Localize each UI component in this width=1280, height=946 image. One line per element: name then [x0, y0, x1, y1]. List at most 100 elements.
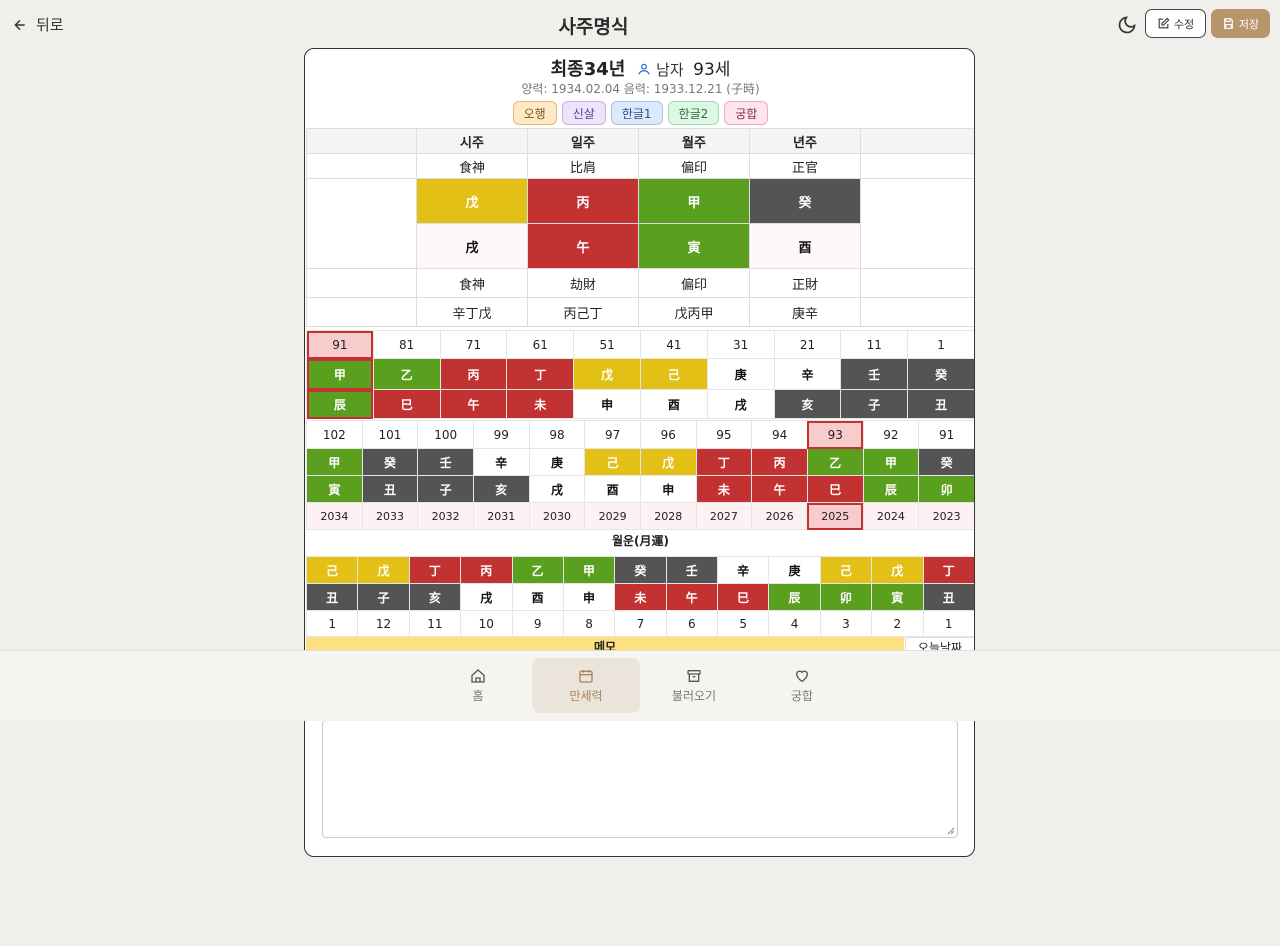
edit-button[interactable]: 수정 — [1145, 9, 1206, 38]
sewoon-age[interactable]: 92 — [862, 420, 920, 449]
wolwoon-branch[interactable]: 寅 — [871, 583, 924, 611]
daewoon-stem[interactable]: 甲 — [306, 358, 374, 390]
nav-item-1[interactable]: 만세력 — [532, 658, 640, 713]
sewoon-stem[interactable]: 辛 — [472, 448, 530, 476]
wolwoon-stem[interactable]: 丁 — [922, 556, 974, 584]
sewoon-branch[interactable]: 未 — [695, 475, 753, 503]
daewoon-branch[interactable]: 酉 — [639, 389, 708, 419]
daewoon-stem[interactable]: 乙 — [372, 358, 441, 390]
wolwoon-branch[interactable]: 丑 — [305, 583, 359, 611]
daewoon-age[interactable]: 91 — [306, 330, 374, 359]
save-button[interactable]: 저장 — [1211, 9, 1270, 38]
sewoon-branch[interactable]: 子 — [417, 475, 474, 503]
daewoon-branch[interactable]: 子 — [840, 389, 909, 419]
sewoon-branch[interactable]: 戌 — [528, 475, 586, 503]
tab-0[interactable]: 오행 — [512, 101, 557, 125]
wolwoon-stem[interactable]: 甲 — [562, 556, 616, 584]
sewoon-age[interactable]: 100 — [417, 420, 474, 449]
sewoon-branch[interactable]: 酉 — [584, 475, 641, 503]
daewoon-branch[interactable]: 未 — [506, 389, 575, 419]
wolwoon-month[interactable]: 10 — [460, 610, 513, 637]
sewoon-year[interactable]: 2029 — [584, 502, 641, 530]
daewoon-age[interactable]: 11 — [840, 330, 909, 359]
wolwoon-stem[interactable]: 丙 — [460, 556, 513, 584]
daewoon-stem[interactable]: 壬 — [840, 358, 909, 390]
sewoon-year[interactable]: 2024 — [862, 502, 920, 530]
sewoon-age[interactable]: 102 — [306, 420, 363, 449]
wolwoon-month[interactable]: 11 — [408, 610, 462, 637]
sewoon-year[interactable]: 2028 — [639, 502, 697, 530]
wolwoon-branch[interactable]: 辰 — [768, 583, 821, 611]
sewoon-stem[interactable]: 癸 — [918, 448, 974, 476]
wolwoon-branch[interactable]: 子 — [357, 583, 410, 611]
daewoon-branch[interactable]: 午 — [439, 389, 508, 419]
sewoon-age[interactable]: 91 — [918, 420, 974, 449]
daewoon-age[interactable]: 31 — [706, 330, 775, 359]
sewoon-year[interactable]: 2033 — [361, 502, 419, 530]
sewoon-year[interactable]: 2034 — [306, 502, 363, 530]
sewoon-year[interactable]: 2030 — [528, 502, 586, 530]
wolwoon-branch[interactable]: 午 — [665, 583, 719, 611]
sewoon-stem[interactable]: 壬 — [417, 448, 474, 476]
sewoon-stem[interactable]: 庚 — [528, 448, 586, 476]
sewoon-stem[interactable]: 甲 — [306, 448, 363, 476]
daewoon-age[interactable]: 61 — [506, 330, 575, 359]
sewoon-age[interactable]: 95 — [695, 420, 753, 449]
tab-3[interactable]: 한글2 — [667, 101, 720, 125]
sewoon-branch[interactable]: 丑 — [361, 475, 419, 503]
daewoon-age[interactable]: 41 — [639, 330, 708, 359]
sewoon-age[interactable]: 94 — [751, 420, 808, 449]
wolwoon-stem[interactable]: 戊 — [357, 556, 410, 584]
wolwoon-month[interactable]: 9 — [511, 610, 564, 637]
wolwoon-branch[interactable]: 酉 — [511, 583, 564, 611]
daewoon-age[interactable]: 21 — [773, 330, 842, 359]
wolwoon-month[interactable]: 4 — [768, 610, 821, 637]
sewoon-stem[interactable]: 戊 — [639, 448, 697, 476]
tab-4[interactable]: 궁합 — [724, 101, 769, 125]
daewoon-branch[interactable]: 戌 — [706, 389, 775, 419]
wolwoon-branch[interactable]: 未 — [614, 583, 667, 611]
wolwoon-stem[interactable]: 癸 — [614, 556, 667, 584]
tab-1[interactable]: 신살 — [561, 101, 606, 125]
wolwoon-branch[interactable]: 卯 — [819, 583, 873, 611]
sewoon-year[interactable]: 2023 — [918, 502, 974, 530]
wolwoon-branch[interactable]: 申 — [562, 583, 616, 611]
sewoon-stem[interactable]: 丙 — [751, 448, 808, 476]
sewoon-branch[interactable]: 寅 — [306, 475, 363, 503]
sewoon-age[interactable]: 93 — [806, 420, 864, 449]
sewoon-stem[interactable]: 乙 — [806, 448, 864, 476]
sewoon-stem[interactable]: 甲 — [862, 448, 920, 476]
sewoon-age[interactable]: 96 — [639, 420, 697, 449]
wolwoon-stem[interactable]: 丁 — [408, 556, 462, 584]
sewoon-stem[interactable]: 癸 — [361, 448, 419, 476]
wolwoon-month[interactable]: 8 — [562, 610, 616, 637]
daewoon-stem[interactable]: 戊 — [573, 358, 641, 390]
daewoon-branch[interactable]: 丑 — [907, 389, 974, 419]
wolwoon-month[interactable]: 12 — [357, 610, 410, 637]
nav-item-0[interactable]: 홈 — [424, 658, 532, 713]
daewoon-branch[interactable]: 辰 — [306, 389, 374, 419]
wolwoon-branch[interactable]: 丑 — [922, 583, 974, 611]
wolwoon-stem[interactable]: 乙 — [511, 556, 564, 584]
sewoon-branch[interactable]: 午 — [751, 475, 808, 503]
sewoon-year[interactable]: 2026 — [751, 502, 808, 530]
sewoon-year[interactable]: 2025 — [806, 502, 864, 530]
sewoon-age[interactable]: 97 — [584, 420, 641, 449]
daewoon-branch[interactable]: 亥 — [773, 389, 842, 419]
resize-handle-icon[interactable] — [947, 827, 955, 835]
sewoon-stem[interactable]: 丁 — [695, 448, 753, 476]
daewoon-stem[interactable]: 丁 — [506, 358, 575, 390]
moon-icon[interactable] — [1117, 15, 1137, 35]
tab-2[interactable]: 한글1 — [610, 101, 663, 125]
daewoon-branch[interactable]: 申 — [573, 389, 641, 419]
daewoon-stem[interactable]: 辛 — [773, 358, 842, 390]
memo-textarea[interactable] — [322, 720, 958, 838]
wolwoon-month[interactable]: 1 — [305, 610, 359, 637]
wolwoon-stem[interactable]: 辛 — [716, 556, 770, 584]
daewoon-age[interactable]: 71 — [439, 330, 508, 359]
wolwoon-branch[interactable]: 巳 — [716, 583, 770, 611]
daewoon-age[interactable]: 51 — [573, 330, 641, 359]
wolwoon-month[interactable]: 2 — [871, 610, 924, 637]
daewoon-branch[interactable]: 巳 — [372, 389, 441, 419]
wolwoon-month[interactable]: 5 — [716, 610, 770, 637]
